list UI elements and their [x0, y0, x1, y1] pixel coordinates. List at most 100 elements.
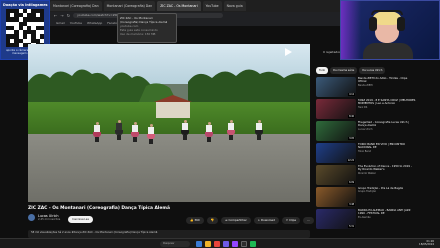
recommendation-item[interactable]: 3:48 Grupo Tradição - Pra Lá de Bagdá Grup…: [316, 187, 416, 207]
recommendation-channel[interactable]: Tanz RS: [358, 106, 416, 109]
recommendation-duration: 12:22: [346, 159, 355, 162]
streamer-body: [363, 43, 413, 59]
chip-all[interactable]: Tudo: [316, 67, 329, 74]
browser-tab[interactable]: Montanari (Coreografia) Dan: [103, 1, 156, 11]
clip-button[interactable]: ✂ Clipe: [281, 217, 301, 224]
recommendation-info: TANZ 2019 - 8 E SANTA CRUZ | MELHORES MO…: [358, 99, 416, 119]
recommendation-thumbnail[interactable]: 3:48: [316, 187, 356, 207]
forward-icon[interactable]: →: [60, 13, 63, 18]
recommendation-item[interactable]: 3:05 Fliegerlied - Coreografia Lucas Ulri…: [316, 121, 416, 141]
thumbs-up-icon: 👍: [190, 218, 194, 222]
recommendation-thumbnail[interactable]: 5:31: [316, 209, 356, 229]
discord-icon[interactable]: [223, 241, 229, 247]
dislike-button[interactable]: 👎: [206, 217, 219, 224]
webcam-light: [341, 1, 361, 59]
chip-same-series[interactable]: Da mesma série: [330, 67, 358, 74]
recommendation-title[interactable]: The Evolution of Dance - 1950 to 2019 - …: [358, 165, 416, 172]
twitch-icon[interactable]: [232, 241, 238, 247]
recommendation-thumbnail[interactable]: 3:05: [316, 121, 356, 141]
reload-icon[interactable]: ↻: [67, 13, 70, 18]
clock-date: 18/05/2024: [419, 243, 434, 247]
recommendation-duration: 3:48: [348, 203, 355, 206]
file-explorer-icon[interactable]: [205, 241, 211, 247]
recommendation-channel[interactable]: Lucas Ulrich: [358, 128, 416, 131]
recommendation-info: The Evolution of Dance - 1950 to 2019 - …: [358, 165, 416, 185]
recommendation-thumbnail[interactable]: 8:40: [316, 99, 356, 119]
recommendation-title[interactable]: Banda ZIEHI do Adão - Tirolês - Clipe Of…: [358, 77, 416, 84]
recommendation-item[interactable]: 12:22 TOKIO BAND EN VIVO | ENCONTRO NACIO…: [316, 143, 416, 163]
bookmark[interactable]: WhatsApp: [87, 21, 102, 25]
spotify-icon[interactable]: [250, 241, 256, 247]
taskbar-icons: [196, 241, 256, 247]
more-button[interactable]: ⋯: [303, 217, 314, 224]
more-icon: ⋯: [307, 218, 310, 222]
dancer: [147, 124, 155, 144]
channel-subscribers: 2,45 mil inscritos: [38, 218, 61, 221]
recommendation-channel[interactable]: Ex-Alemão: [358, 216, 416, 219]
headset-band: [371, 10, 403, 15]
chip-from-channel[interactable]: De Lucas Ulrich: [359, 67, 386, 74]
dancer: [255, 120, 263, 140]
recommendation-info: Fliegerlied - Coreografia Lucas Ulrich |…: [358, 121, 416, 141]
dancer: [115, 120, 123, 140]
windows-start-icon[interactable]: [196, 241, 202, 247]
recommendation-channel[interactable]: Tokio Band: [358, 150, 416, 153]
bookmark[interactable]: YouTube: [70, 21, 82, 25]
bookmarks-bar: Gmail YouTube WhatsApp Facebook Traduzir…: [50, 19, 390, 26]
recommendation-thumbnail[interactable]: 12:22: [316, 143, 356, 163]
scissors-icon: ✂: [285, 218, 289, 222]
qr-title: Doação via Intilagames: [3, 3, 48, 7]
browser-tab[interactable]: Montanari (Coreografia) Dan: [50, 1, 102, 11]
recommendation-item[interactable]: 8:40 TANZ 2019 - 8 E SANTA CRUZ | MELHORE…: [316, 99, 416, 119]
hover-card-memory: Uso de memória: 150 MB: [120, 32, 156, 36]
headset-left: [369, 17, 377, 31]
video-player[interactable]: [28, 44, 310, 202]
recommendation-duration: 5:31: [348, 225, 355, 228]
share-button[interactable]: ➦ Compartilhar: [221, 217, 251, 224]
recommendation-title[interactable]: TOKIO BAND EN VIVO | ENCONTRO NACIONAL D…: [358, 143, 416, 150]
recommendation-title[interactable]: Fliegerlied - Coreografia Lucas Ulrich |…: [358, 121, 416, 128]
browser-tab[interactable]: Nova guia: [223, 1, 246, 11]
recommendation-duration: 8:40: [348, 115, 355, 118]
recommendation-channel[interactable]: Ricardo Walker: [358, 172, 416, 175]
channel-avatar[interactable]: [28, 214, 35, 221]
tab-hover-card: ZIC ZAC - Os Montanari (Coreografia) Dan…: [117, 13, 177, 43]
recommendation-thumbnail[interactable]: 4:12: [316, 77, 356, 97]
back-icon[interactable]: ←: [54, 13, 57, 18]
video-description[interactable]: 58 mil visualizações há 2 anos #dança ZI…: [28, 230, 310, 238]
video-house: [154, 95, 192, 118]
recommendation-info: TOKIO BAND EN VIVO | ENCONTRO NACIONAL D…: [358, 143, 416, 163]
recommendation-info: Grupo Tradição - Pra Lá de Bagdá Grupo Tr…: [358, 187, 416, 207]
qr-code: [6, 9, 44, 47]
taskbar-search[interactable]: Pesquisar: [160, 241, 190, 247]
recommendation-thumbnail[interactable]: 6:09: [316, 165, 356, 185]
dancer: [181, 120, 189, 140]
recommendation-item[interactable]: 5:31 BANDA EX-ALEMÃO - BANDA ANTI JAZZ 19…: [316, 209, 416, 229]
share-label: Compartilhar: [228, 218, 247, 222]
download-button[interactable]: ↓ Download: [253, 217, 279, 224]
bookmark[interactable]: Gmail: [56, 21, 65, 25]
webcam-overlay: [340, 0, 440, 60]
obs-icon[interactable]: [241, 241, 247, 247]
recommendation-item[interactable]: 4:12 Banda ZIEHI do Adão - Tirolês - Clip…: [316, 77, 416, 97]
browser-tab-active[interactable]: ZIC ZAC - Os Montanari: [157, 1, 201, 11]
play-icon[interactable]: [284, 48, 292, 56]
thumbs-down-icon: 👎: [210, 218, 215, 222]
recommendation-channel[interactable]: Grupo Tradição: [358, 190, 416, 193]
dancer: [205, 122, 213, 142]
address-bar-row: ← → ↻ youtube.com/watch?v=ZIC-ZAC-Os-Mon…: [50, 12, 390, 19]
like-count: 360: [194, 218, 200, 222]
clip-label: Clipe: [289, 218, 297, 222]
like-button[interactable]: 👍 360: [186, 217, 204, 224]
recommendation-item[interactable]: 6:09 The Evolution of Dance - 1950 to 201…: [316, 165, 416, 185]
headset-right: [397, 17, 405, 31]
recommendation-channel[interactable]: Banda ZIEHI: [358, 84, 416, 87]
browser-tab[interactable]: YouTube: [202, 1, 222, 11]
recommendation-info: Banda ZIEHI do Adão - Tirolês - Clipe Of…: [358, 77, 416, 97]
recommendation-duration: 4:12: [348, 93, 355, 96]
recommendation-title[interactable]: BANDA EX-ALEMÃO - BANDA ANTI JAZZ 1990 -…: [358, 209, 416, 216]
subscribe-button[interactable]: Inscrever-se: [68, 216, 93, 223]
video-title: ZIC ZAC - Os Montanari (Coreografia) Dan…: [28, 206, 170, 211]
recommendation-title[interactable]: TANZ 2019 - 8 E SANTA CRUZ | MELHORES MO…: [358, 99, 416, 106]
chrome-icon[interactable]: [214, 241, 220, 247]
